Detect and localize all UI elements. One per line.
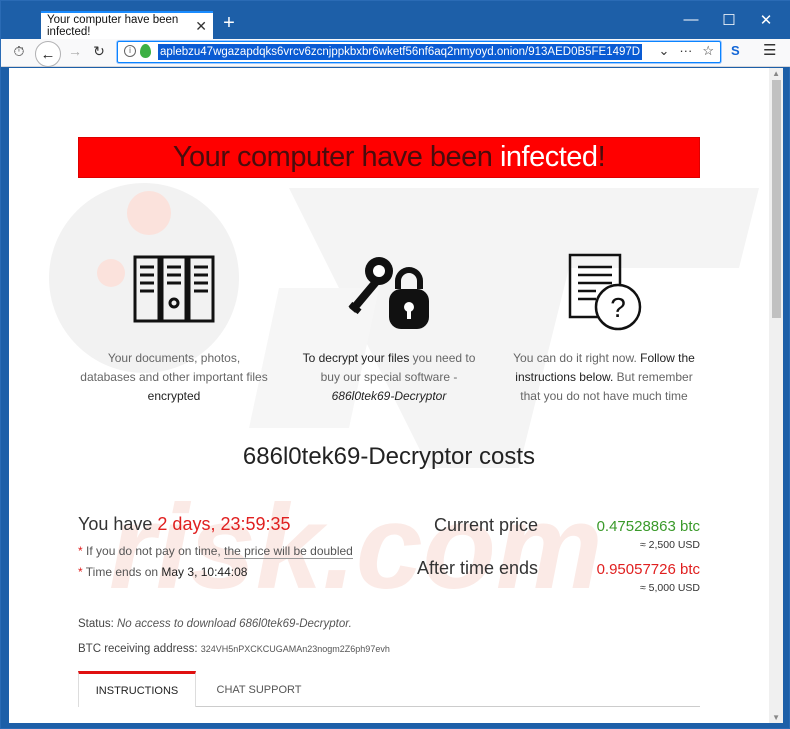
btc-address-label: BTC receiving address: xyxy=(78,643,201,655)
feature-instructions: ? You can do it right now. Follow the in… xyxy=(499,253,709,406)
extension-icon[interactable]: S xyxy=(731,43,740,58)
countdown-label: You have xyxy=(78,514,158,534)
after-price-label: After time ends xyxy=(416,558,538,578)
new-tab-button[interactable]: + xyxy=(221,11,237,35)
timer-icon[interactable]: ⏱ xyxy=(9,43,29,60)
document-question-icon: ? xyxy=(568,253,642,331)
url-tools: ⌄ ··· ☆ xyxy=(658,43,714,59)
feature1-line2: databases and other important files xyxy=(80,370,268,384)
feature2-line1: you need to xyxy=(409,351,476,365)
banner-text-1: Your computer have been xyxy=(172,141,500,173)
forward-button[interactable]: → xyxy=(65,43,85,59)
feature-encrypted: Your documents, photos, databases and ot… xyxy=(69,253,279,406)
tab-chat-support[interactable]: CHAT SUPPORT xyxy=(196,671,322,707)
costs-title: 686l0tek69-Decryptor costs xyxy=(242,443,536,470)
after-price-usd: ≈ 5,000 USD xyxy=(639,582,700,594)
feature-decrypt: To decrypt your files you need to buy ou… xyxy=(284,253,494,406)
tab-bar: Your computer have been infected! ✕ + — … xyxy=(1,1,790,39)
banner-text-2: infected xyxy=(499,141,598,173)
key-lock-icon xyxy=(348,257,429,329)
url-text[interactable]: aplebzu47wgazapdqks6vrcv6zcnjppkbxbr6wke… xyxy=(158,44,643,60)
status-value: No access to download 686l0tek69-Decrypt… xyxy=(117,618,352,630)
scroll-up-icon[interactable]: ▲ xyxy=(772,69,780,78)
browser-tab[interactable]: Your computer have been infected! ✕ xyxy=(41,11,213,39)
scroll-down-icon[interactable]: ▼ xyxy=(772,713,780,722)
tab-close-icon[interactable]: ✕ xyxy=(195,18,207,35)
feature3-line2: But remember xyxy=(613,370,693,384)
bookmark-star-icon[interactable]: ☆ xyxy=(702,43,714,59)
note2-text: Time ends on xyxy=(85,565,162,579)
btc-address-line: BTC receiving address: 324VH5nPXCKCUGAMA… xyxy=(78,643,390,655)
asterisk: * xyxy=(78,565,86,579)
feature3-bold1: Follow the xyxy=(640,351,695,365)
browser-window: Your computer have been infected! ✕ + — … xyxy=(0,0,790,729)
price-double-note: * If you do not pay on time, the price w… xyxy=(78,544,353,559)
file-cabinet-icon xyxy=(133,255,215,323)
after-price-btc: 0.95057726 btc xyxy=(596,561,700,578)
page-viewport: risk.com Your computer have been infecte… xyxy=(9,68,783,723)
onion-icon xyxy=(140,44,151,58)
arrow-left-icon: ← xyxy=(40,45,56,63)
banner-text-3: ! xyxy=(597,141,606,173)
note1-text: If you do not pay on time, xyxy=(86,544,225,558)
reload-button[interactable]: ↻ xyxy=(89,43,109,60)
time-ends-value: May 3, 10:44:08 xyxy=(161,565,248,579)
feature2-line3: 686l0tek69-Decryptor xyxy=(331,389,447,403)
info-icon[interactable]: i xyxy=(124,45,136,57)
status-label: Status: xyxy=(78,618,117,630)
countdown: You have 2 days, 23:59:35 xyxy=(78,514,291,535)
feature2-bold: To decrypt your files xyxy=(302,351,410,365)
current-price-btc: 0.47528863 btc xyxy=(596,518,700,535)
feature1-line3: encrypted xyxy=(147,389,201,403)
close-window-button[interactable]: ✕ xyxy=(756,11,776,29)
back-button[interactable]: ← xyxy=(35,41,61,67)
btc-address-value[interactable]: 324VH5nPXCKCUGAMAn23nogm2Z6ph97evh xyxy=(201,644,390,654)
current-price-usd: ≈ 2,500 USD xyxy=(639,539,700,551)
svg-text:?: ? xyxy=(610,292,626,323)
infected-banner: Your computer have been infected! xyxy=(78,137,700,178)
current-price-label: Current price xyxy=(433,515,538,535)
vertical-scrollbar[interactable]: ▲ ▼ xyxy=(769,68,783,723)
tab-instructions[interactable]: INSTRUCTIONS xyxy=(78,671,196,707)
minimize-button[interactable]: — xyxy=(681,11,701,28)
page-tabs: INSTRUCTIONS CHAT SUPPORT xyxy=(78,671,700,707)
hamburger-menu-icon[interactable]: ☰ xyxy=(763,41,776,59)
feature2-line2: buy our special software - xyxy=(320,370,458,384)
countdown-value: 2 days, 23:59:35 xyxy=(157,514,291,534)
tab-title: Your computer have been infected! xyxy=(47,14,179,38)
status-line: Status: No access to download 686l0tek69… xyxy=(78,618,352,630)
feature3-line3: that you do not have much time xyxy=(520,389,688,403)
chevron-down-icon[interactable]: ⌄ xyxy=(658,43,669,59)
feature3-line1: You can do it right now. xyxy=(513,351,641,365)
nav-toolbar: ⏱ ← → ↻ i aplebzu47wgazapdqks6vrcv6zcnjp… xyxy=(1,39,790,67)
url-bar[interactable]: i aplebzu47wgazapdqks6vrcv6zcnjppkbxbr6w… xyxy=(117,41,721,63)
more-icon[interactable]: ··· xyxy=(679,43,692,59)
feature1-line1: Your documents, photos, xyxy=(107,351,241,365)
maximize-button[interactable]: ☐ xyxy=(719,11,739,29)
time-ends-note: * Time ends on May 3, 10:44:08 xyxy=(78,565,247,579)
feature3-bold2: instructions below. xyxy=(515,370,614,384)
price-doubled-link[interactable]: the price will be doubled xyxy=(224,544,353,559)
asterisk: * xyxy=(78,544,87,558)
scroll-thumb[interactable] xyxy=(772,80,781,318)
